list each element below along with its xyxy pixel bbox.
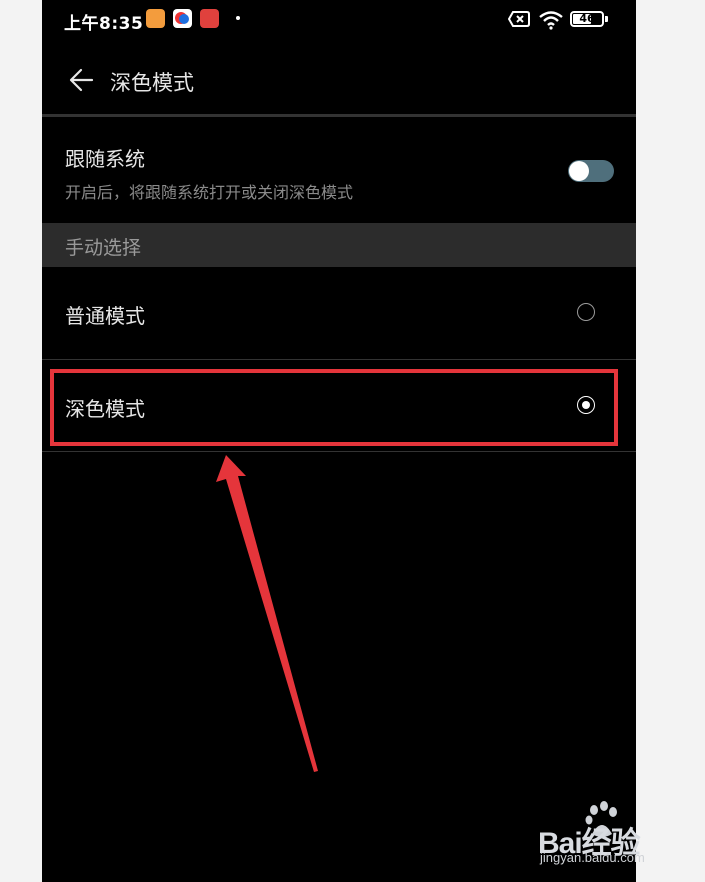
row-separator <box>42 451 636 452</box>
battery-nub <box>605 16 608 22</box>
highlight-box <box>50 369 618 446</box>
toggle-knob <box>569 161 589 181</box>
notification-dot <box>236 16 240 20</box>
follow-system-title: 跟随系统 <box>65 147 145 171</box>
wifi-icon <box>539 11 563 30</box>
battery-level: 46 <box>579 12 595 25</box>
option-label: 普通模式 <box>65 304 145 328</box>
back-arrow-icon[interactable] <box>68 66 96 94</box>
manual-section-label: 手动选择 <box>65 237 142 259</box>
app-blue-icon <box>173 9 192 28</box>
option-normal-mode[interactable]: 普通模式 <box>42 267 636 359</box>
page-title: 深色模式 <box>110 71 194 95</box>
watermark-url: jingyan.baidu.com <box>540 850 645 865</box>
no-sim-icon <box>508 11 530 27</box>
app-header: 深色模式 <box>42 40 636 114</box>
app-orange-icon <box>146 9 165 28</box>
app-red-icon <box>200 9 219 28</box>
follow-system-toggle[interactable] <box>568 160 614 182</box>
baidu-watermark: Bai经验 jingyan.baidu.com <box>538 800 698 870</box>
manual-section-header: 手动选择 <box>42 223 636 267</box>
status-time: 上午8:35 <box>64 14 144 34</box>
radio-normal-mode[interactable] <box>577 303 595 321</box>
battery-icon: 46 <box>570 11 604 27</box>
follow-system-row[interactable]: 跟随系统 开启后，将跟随系统打开或关闭深色模式 <box>42 117 636 223</box>
follow-system-subtitle: 开启后，将跟随系统打开或关闭深色模式 <box>65 183 354 202</box>
status-bar: 上午8:35 46 <box>42 0 636 40</box>
